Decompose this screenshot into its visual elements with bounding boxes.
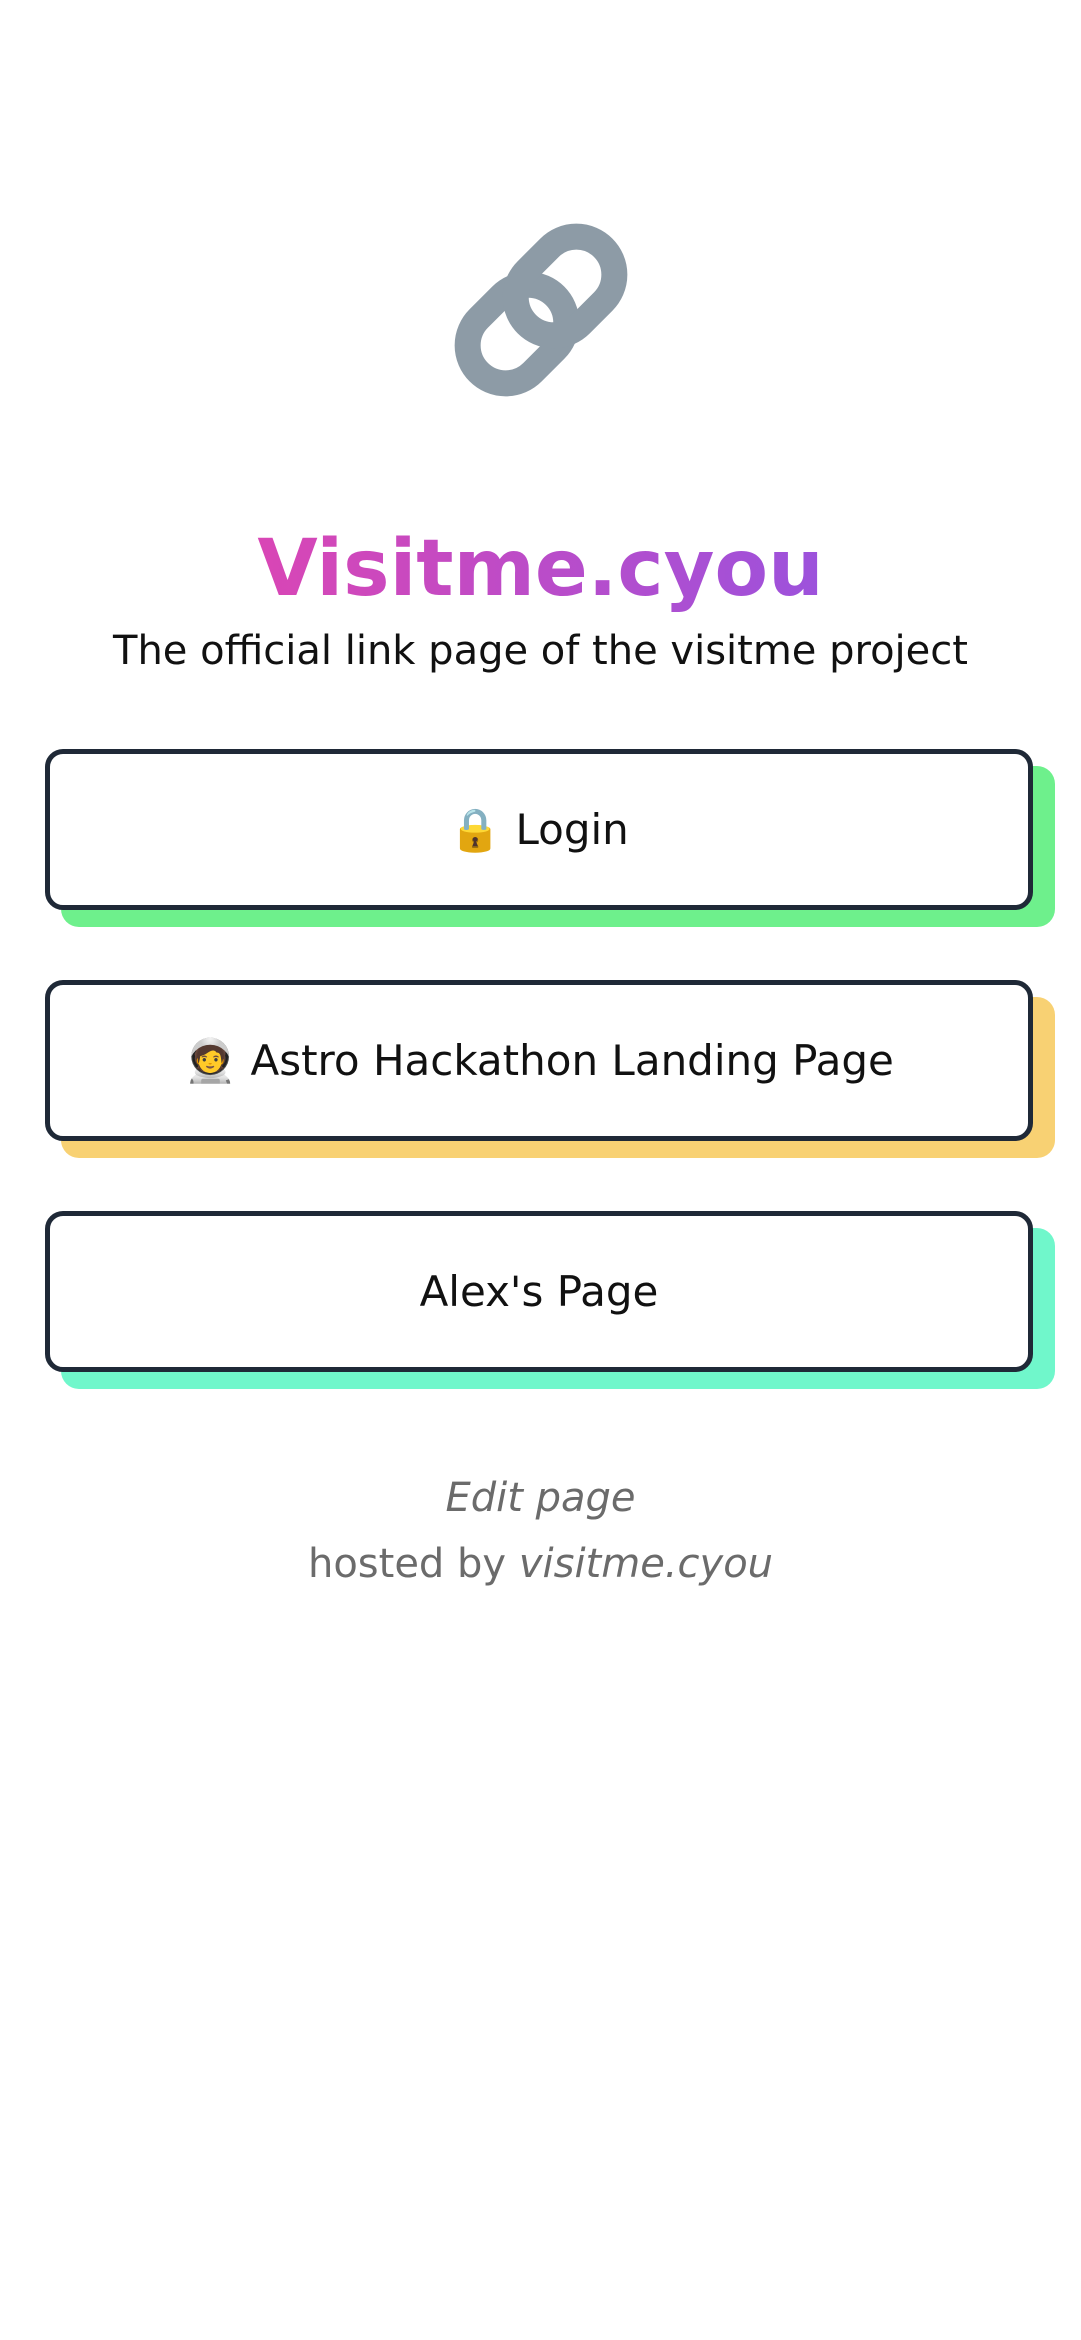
hosted-by-prefix: hosted by xyxy=(307,1541,507,1587)
link-chain-icon xyxy=(454,223,627,397)
page-subtitle: The official link page of the visitme pr… xyxy=(113,628,968,674)
logo xyxy=(0,210,1081,410)
login-button-label: Login xyxy=(515,805,629,854)
login-button[interactable]: 🔒 Login xyxy=(45,749,1033,910)
hosted-by: hosted by visitme.cyou xyxy=(0,1534,1081,1594)
page-title: Visitme.cyou xyxy=(0,514,1081,624)
page-title-text: Visitme.cyou xyxy=(257,524,824,614)
alex-page-button[interactable]: Alex's Page xyxy=(45,1211,1033,1372)
alex-page-button-label: Alex's Page xyxy=(419,1267,659,1316)
edit-page-link[interactable]: Edit page xyxy=(0,1468,1081,1528)
host-link[interactable]: visitme.cyou xyxy=(519,1541,773,1587)
astro-hackathon-button[interactable]: 🧑‍🚀 Astro Hackathon Landing Page xyxy=(45,980,1033,1141)
astro-hackathon-button-label: Astro Hackathon Landing Page xyxy=(250,1036,894,1085)
astronaut-icon: 🧑‍🚀 xyxy=(184,1035,237,1085)
lock-icon: 🔒 xyxy=(449,804,502,854)
